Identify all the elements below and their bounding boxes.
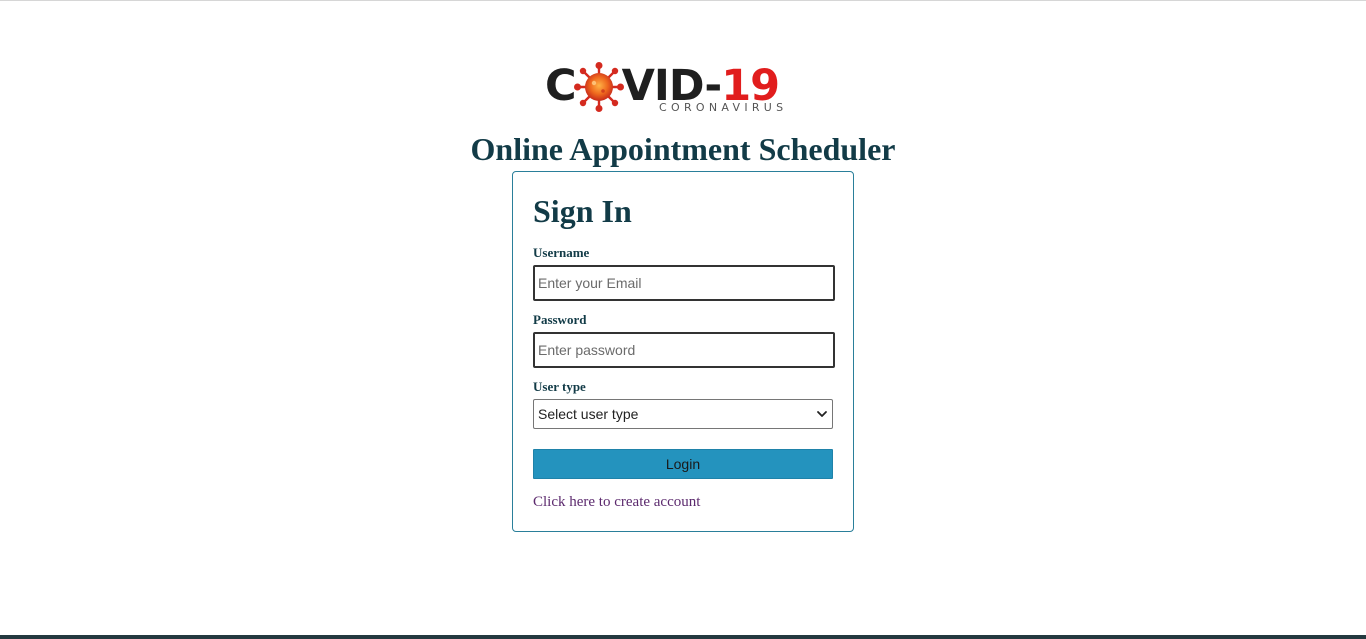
top-divider	[0, 0, 1366, 1]
logo-subtitle: CORONAVIRUS	[659, 101, 788, 114]
sign-in-card: Sign In Username Password User type Sele…	[512, 171, 854, 532]
username-input[interactable]	[533, 265, 835, 301]
chevron-down-icon	[817, 411, 827, 417]
sign-in-title: Sign In	[533, 193, 632, 229]
logo-letter-c: C	[545, 61, 577, 111]
user-type-selected-value: Select user type	[538, 406, 639, 422]
password-label: Password	[533, 312, 587, 327]
page-title: Online Appointment Scheduler	[470, 131, 896, 167]
footer-bar	[0, 635, 1366, 639]
login-button[interactable]: Login	[533, 449, 833, 479]
coronavirus-icon	[573, 62, 624, 112]
covid-19-logo: C VID- 19 CORONAVIRUS	[545, 62, 825, 118]
username-label: Username	[533, 245, 590, 260]
user-type-select[interactable]: Select user type	[533, 399, 833, 429]
password-input[interactable]	[533, 332, 835, 368]
create-account-link[interactable]: Click here to create account	[533, 493, 700, 511]
user-type-label: User type	[533, 379, 586, 394]
